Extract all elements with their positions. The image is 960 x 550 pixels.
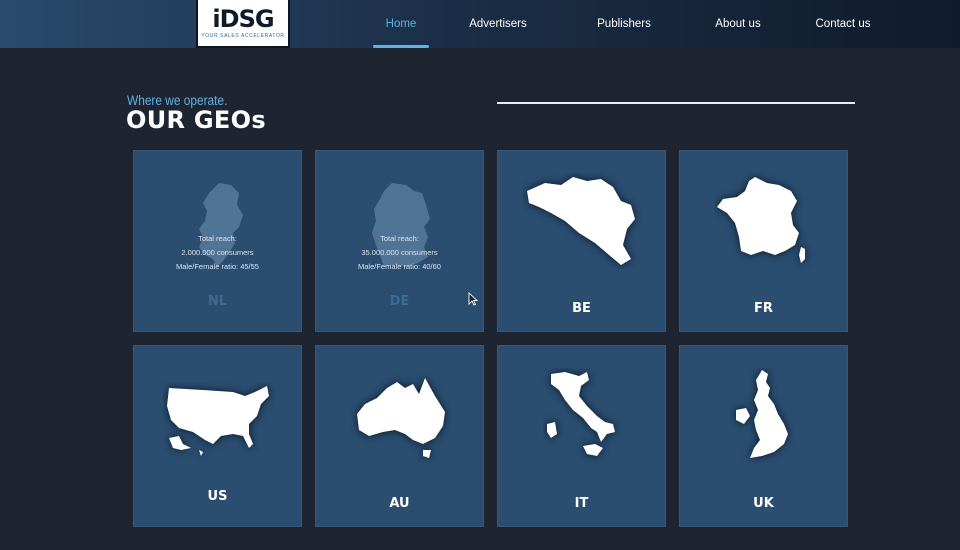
- geo-card-be[interactable]: BE: [497, 150, 666, 332]
- nav-about-us[interactable]: About us: [688, 0, 788, 48]
- italy-map-icon: [498, 368, 667, 464]
- mouse-cursor-icon: [468, 292, 478, 306]
- section-title: OUR GEOs: [126, 106, 266, 134]
- title-divider: [497, 102, 855, 104]
- info-ratio: Male/Female ratio: 40/60: [358, 262, 441, 271]
- france-map-icon: [680, 173, 849, 269]
- info-label: Total reach:: [380, 234, 419, 243]
- usa-map-icon: [134, 382, 303, 460]
- nav-contact-us[interactable]: Contact us: [792, 0, 894, 48]
- info-reach: 2.000.000 consumers: [181, 248, 254, 257]
- nav-advertisers[interactable]: Advertisers: [434, 0, 562, 48]
- geo-code: IT: [574, 496, 589, 511]
- geo-info-nl: Total reach: 2.000.000 consumers Male/Fe…: [134, 232, 301, 274]
- geo-info-de: Total reach: 35.000.000 consumers Male/F…: [316, 232, 483, 274]
- geo-card-uk[interactable]: UK: [679, 345, 848, 527]
- geo-card-fr[interactable]: FR: [679, 150, 848, 332]
- australia-map-icon: [316, 374, 485, 464]
- logo-mark: iDSG: [212, 5, 274, 33]
- geo-card-de[interactable]: Total reach: 35.000.000 consumers Male/F…: [315, 150, 484, 332]
- nav-home[interactable]: Home: [370, 0, 432, 48]
- nav-publishers[interactable]: Publishers: [582, 0, 666, 48]
- geo-code: BE: [572, 301, 591, 316]
- info-ratio: Male/Female ratio: 45/55: [176, 262, 259, 271]
- geo-code: UK: [753, 496, 774, 511]
- geo-card-nl[interactable]: Total reach: 2.000.000 consumers Male/Fe…: [133, 150, 302, 332]
- geo-card-au[interactable]: AU: [315, 345, 484, 527]
- logo-tagline: YOUR SALES ACCELERATOR: [201, 33, 285, 39]
- geo-card-us[interactable]: US: [133, 345, 302, 527]
- geo-code: DE: [389, 294, 410, 309]
- uk-map-icon: [680, 368, 849, 464]
- info-reach: 35.000.000 consumers: [361, 248, 438, 257]
- geo-code: NL: [207, 294, 228, 309]
- site-header: iDSG YOUR SALES ACCELERATOR Home Adverti…: [0, 0, 960, 48]
- geo-code: US: [207, 489, 228, 504]
- geo-code: FR: [754, 301, 773, 316]
- belgium-map-icon: [498, 173, 667, 269]
- geo-code: AU: [389, 496, 410, 511]
- logo[interactable]: iDSG YOUR SALES ACCELERATOR: [196, 0, 290, 48]
- info-label: Total reach:: [198, 234, 237, 243]
- main-nav: Home Advertisers Publishers About us Con…: [370, 0, 894, 48]
- geo-card-it[interactable]: IT: [497, 345, 666, 527]
